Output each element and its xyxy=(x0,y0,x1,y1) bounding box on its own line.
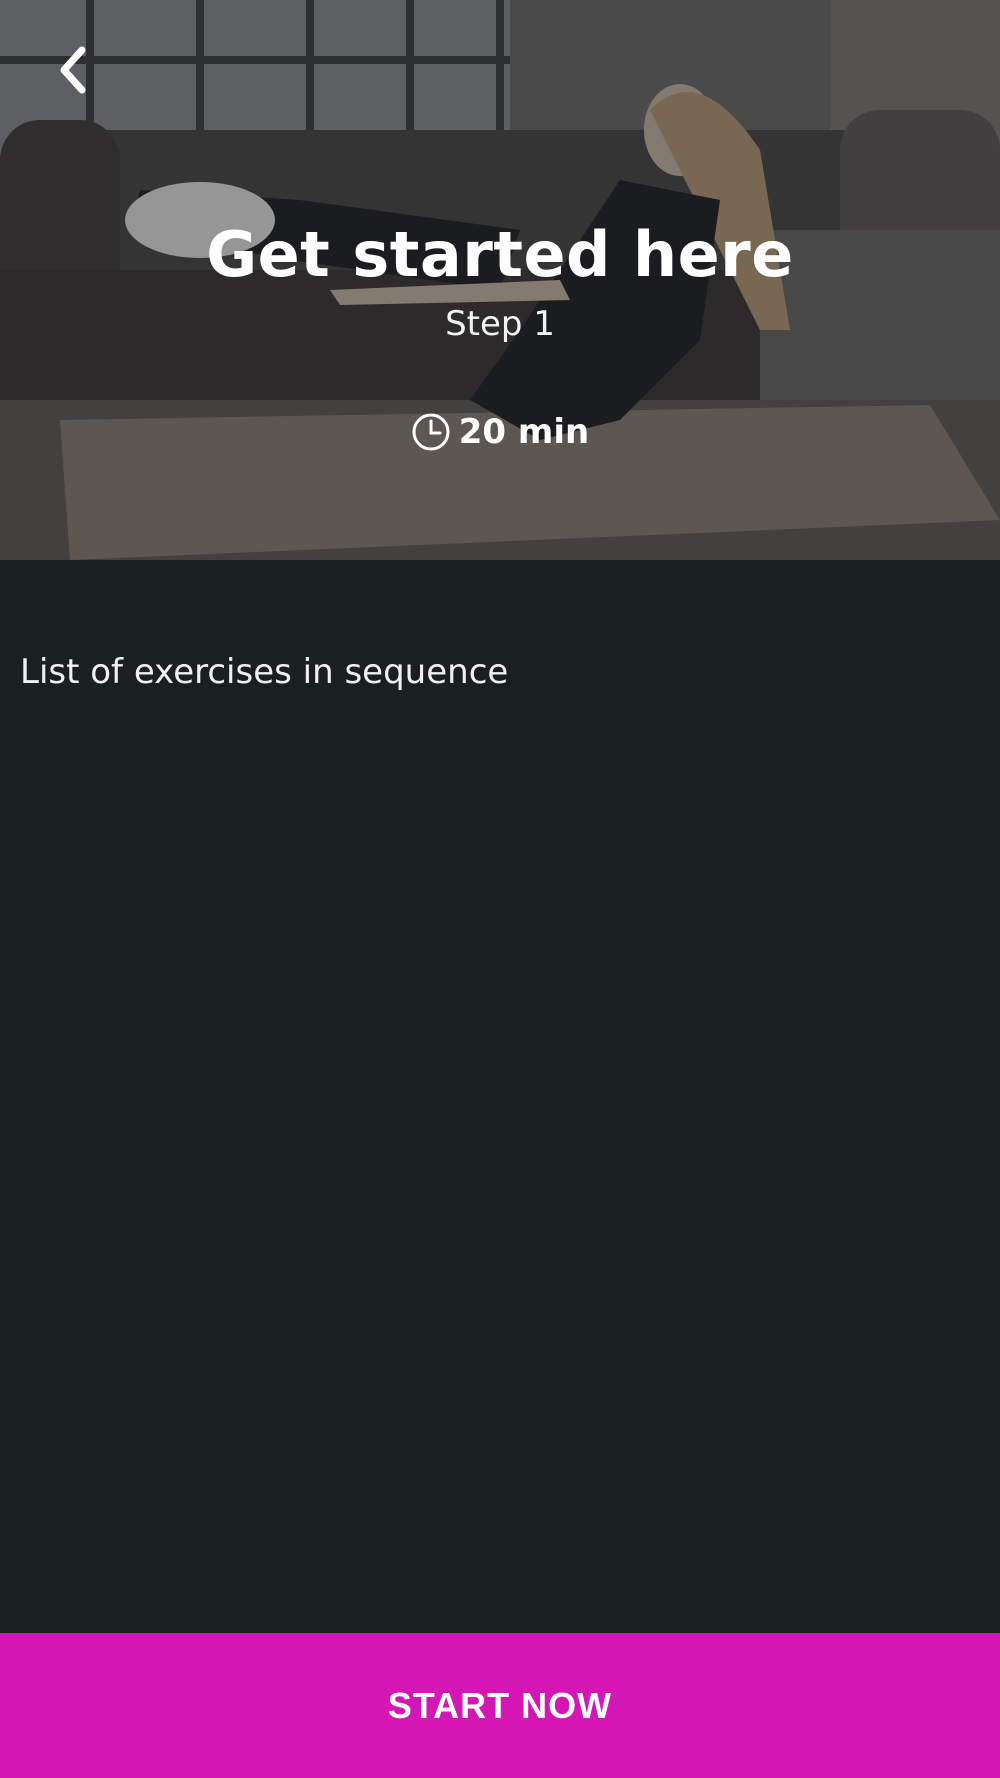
exercise-list xyxy=(0,710,1000,1610)
hero-banner: Get started here Step 1 20 min xyxy=(0,0,1000,560)
duration-label: 20 min xyxy=(458,412,590,452)
page-title: Get started here xyxy=(206,218,794,291)
duration-info: 20 min xyxy=(0,412,1000,452)
back-button[interactable] xyxy=(44,38,100,102)
step-label: Step 1 xyxy=(445,304,555,344)
clock-icon xyxy=(412,413,450,451)
chevron-left-icon xyxy=(60,46,86,94)
exercise-list-heading: List of exercises in sequence xyxy=(20,652,509,692)
start-now-button[interactable]: START NOW xyxy=(0,1633,1000,1778)
workout-detail-screen: Get started here Step 1 20 min List of e… xyxy=(0,0,1000,1778)
